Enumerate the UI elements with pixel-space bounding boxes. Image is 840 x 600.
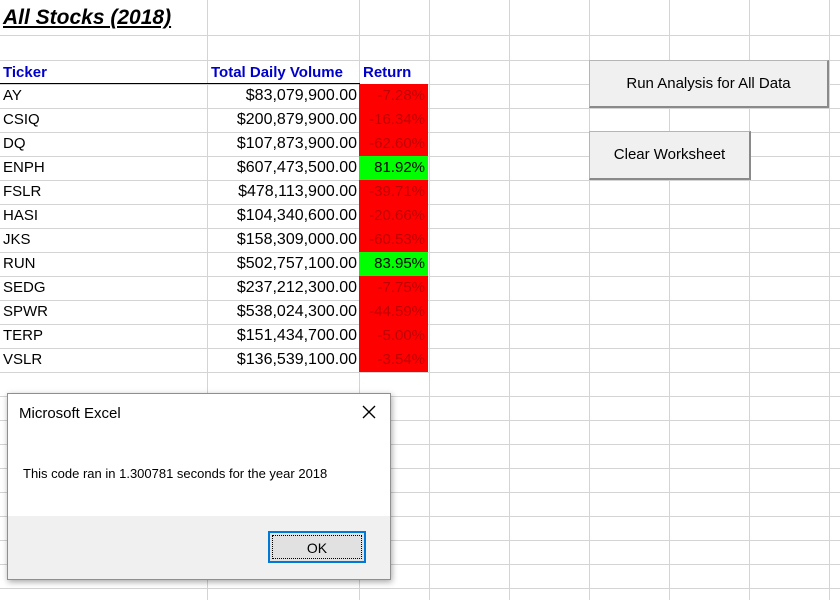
return-cell[interactable]: -20.66% <box>359 204 428 228</box>
return-cell[interactable]: 81.92% <box>359 156 428 180</box>
return-cell[interactable]: -44.59% <box>359 300 428 324</box>
ticker-cell[interactable]: CSIQ <box>3 108 40 132</box>
return-cell[interactable]: -62.60% <box>359 132 428 156</box>
ticker-cell[interactable]: HASI <box>3 204 38 228</box>
ticker-cell[interactable]: AY <box>3 84 22 108</box>
header-ticker: Ticker <box>3 64 47 81</box>
volume-cell[interactable]: $158,309,000.00 <box>200 228 357 252</box>
dialog-footer: OK <box>8 516 390 579</box>
return-cell[interactable]: -60.53% <box>359 228 428 252</box>
sheet-title: All Stocks (2018) <box>3 6 172 29</box>
grid-line <box>0 35 840 36</box>
run-analysis-button[interactable]: Run Analysis for All Data <box>589 60 829 108</box>
dialog-message: This code ran in 1.300781 seconds for th… <box>23 466 328 481</box>
grid-line <box>0 372 840 373</box>
table-row: TERP $151,434,700.00 -5.00% <box>0 324 430 348</box>
ticker-cell[interactable]: DQ <box>3 132 26 156</box>
return-cell[interactable]: -39.71% <box>359 180 428 204</box>
message-dialog: Microsoft Excel This code ran in 1.30078… <box>7 393 391 580</box>
ticker-cell[interactable]: SPWR <box>3 300 48 324</box>
volume-cell[interactable]: $237,212,300.00 <box>200 276 357 300</box>
table-row: HASI $104,340,600.00 -20.66% <box>0 204 430 228</box>
close-icon[interactable] <box>358 401 380 423</box>
volume-cell[interactable]: $478,113,900.00 <box>200 180 357 204</box>
table-row: JKS $158,309,000.00 -60.53% <box>0 228 430 252</box>
ticker-cell[interactable]: VSLR <box>3 348 42 372</box>
return-cell[interactable]: -5.00% <box>359 324 428 348</box>
return-cell[interactable]: -7.28% <box>359 84 428 108</box>
volume-cell[interactable]: $607,473,500.00 <box>200 156 357 180</box>
ticker-cell[interactable]: RUN <box>3 252 36 276</box>
ticker-cell[interactable]: TERP <box>3 324 43 348</box>
table-row: SEDG $237,212,300.00 -7.75% <box>0 276 430 300</box>
table-row: SPWR $538,024,300.00 -44.59% <box>0 300 430 324</box>
table-row: VSLR $136,539,100.00 -3.54% <box>0 348 430 372</box>
header-return: Return <box>363 64 412 81</box>
header-volume: Total Daily Volume <box>211 64 343 81</box>
ok-button-label: OK <box>272 535 362 559</box>
table-row: DQ $107,873,900.00 -62.60% <box>0 132 430 156</box>
return-cell[interactable]: -7.75% <box>359 276 428 300</box>
volume-cell[interactable]: $83,079,900.00 <box>200 84 357 108</box>
volume-cell[interactable]: $538,024,300.00 <box>200 300 357 324</box>
return-cell[interactable]: 83.95% <box>359 252 428 276</box>
volume-cell[interactable]: $200,879,900.00 <box>200 108 357 132</box>
grid-line <box>0 588 840 589</box>
table-row: RUN $502,757,100.00 83.95% <box>0 252 430 276</box>
table-row: FSLR $478,113,900.00 -39.71% <box>0 180 430 204</box>
volume-cell[interactable]: $151,434,700.00 <box>200 324 357 348</box>
table-row: CSIQ $200,879,900.00 -16.34% <box>0 108 430 132</box>
table-row: AY $83,079,900.00 -7.28% <box>0 84 430 108</box>
volume-cell[interactable]: $104,340,600.00 <box>200 204 357 228</box>
volume-cell[interactable]: $136,539,100.00 <box>200 348 357 372</box>
return-cell[interactable]: -16.34% <box>359 108 428 132</box>
ticker-cell[interactable]: FSLR <box>3 180 41 204</box>
clear-worksheet-button[interactable]: Clear Worksheet <box>589 131 751 180</box>
ticker-cell[interactable]: SEDG <box>3 276 46 300</box>
ticker-cell[interactable]: JKS <box>3 228 31 252</box>
ticker-cell[interactable]: ENPH <box>3 156 45 180</box>
dialog-title: Microsoft Excel <box>19 405 121 422</box>
ok-button[interactable]: OK <box>268 531 366 563</box>
volume-cell[interactable]: $502,757,100.00 <box>200 252 357 276</box>
volume-cell[interactable]: $107,873,900.00 <box>200 132 357 156</box>
table-row: ENPH $607,473,500.00 81.92% <box>0 156 430 180</box>
return-cell[interactable]: -3.54% <box>359 348 428 372</box>
